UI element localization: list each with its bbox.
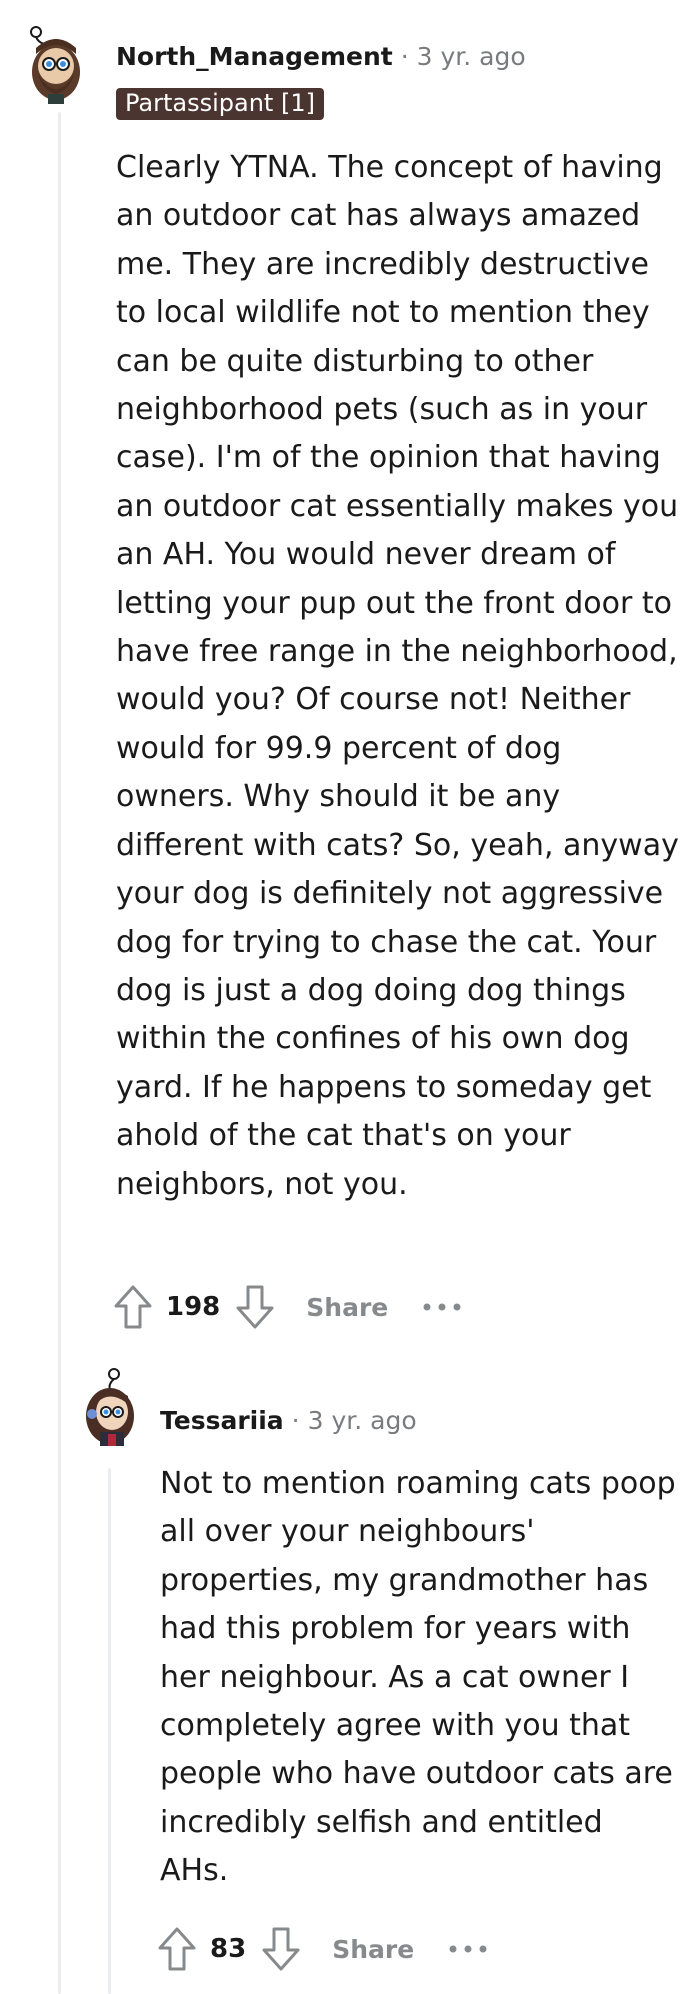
avatar[interactable]	[78, 1366, 150, 1446]
vote-score: 198	[166, 1292, 221, 1322]
downvote-arrow-icon[interactable]	[260, 1926, 302, 1972]
share-button[interactable]: Share	[332, 1935, 414, 1964]
username[interactable]: Tessariia	[160, 1406, 284, 1435]
comment-actions: 198 Share	[112, 1284, 462, 1330]
downvote-arrow-icon[interactable]	[234, 1284, 276, 1330]
vote-score: 83	[210, 1934, 247, 1964]
woman-avatar-icon	[86, 1368, 134, 1446]
user-flair: Partassipant [1]	[116, 88, 324, 120]
thread-line-reply[interactable]	[108, 1468, 111, 1994]
bearded-man-avatar-icon	[30, 26, 80, 104]
upvote-arrow-icon[interactable]	[156, 1926, 198, 1972]
timestamp[interactable]: 3 yr. ago	[308, 1406, 417, 1435]
upvote-arrow-icon[interactable]	[112, 1284, 154, 1330]
meta-separator: ·	[400, 42, 409, 71]
meta-separator: ·	[291, 1406, 300, 1435]
timestamp[interactable]: 3 yr. ago	[417, 42, 526, 71]
comment-meta: North_Management · 3 yr. ago	[116, 42, 526, 71]
comment-actions: 83 Share	[156, 1926, 488, 1972]
comment-body: Not to mention roaming cats poop all ove…	[160, 1466, 676, 1889]
avatar[interactable]	[22, 24, 94, 104]
thread-line[interactable]	[58, 112, 61, 1994]
comment-meta: Tessariia · 3 yr. ago	[160, 1406, 417, 1435]
more-options-icon[interactable]	[422, 1302, 462, 1312]
username[interactable]: North_Management	[116, 42, 393, 71]
share-button[interactable]: Share	[306, 1293, 388, 1322]
more-options-icon[interactable]	[448, 1944, 488, 1954]
comment-body: Clearly YTNA. The concept of having an o…	[116, 150, 679, 1202]
